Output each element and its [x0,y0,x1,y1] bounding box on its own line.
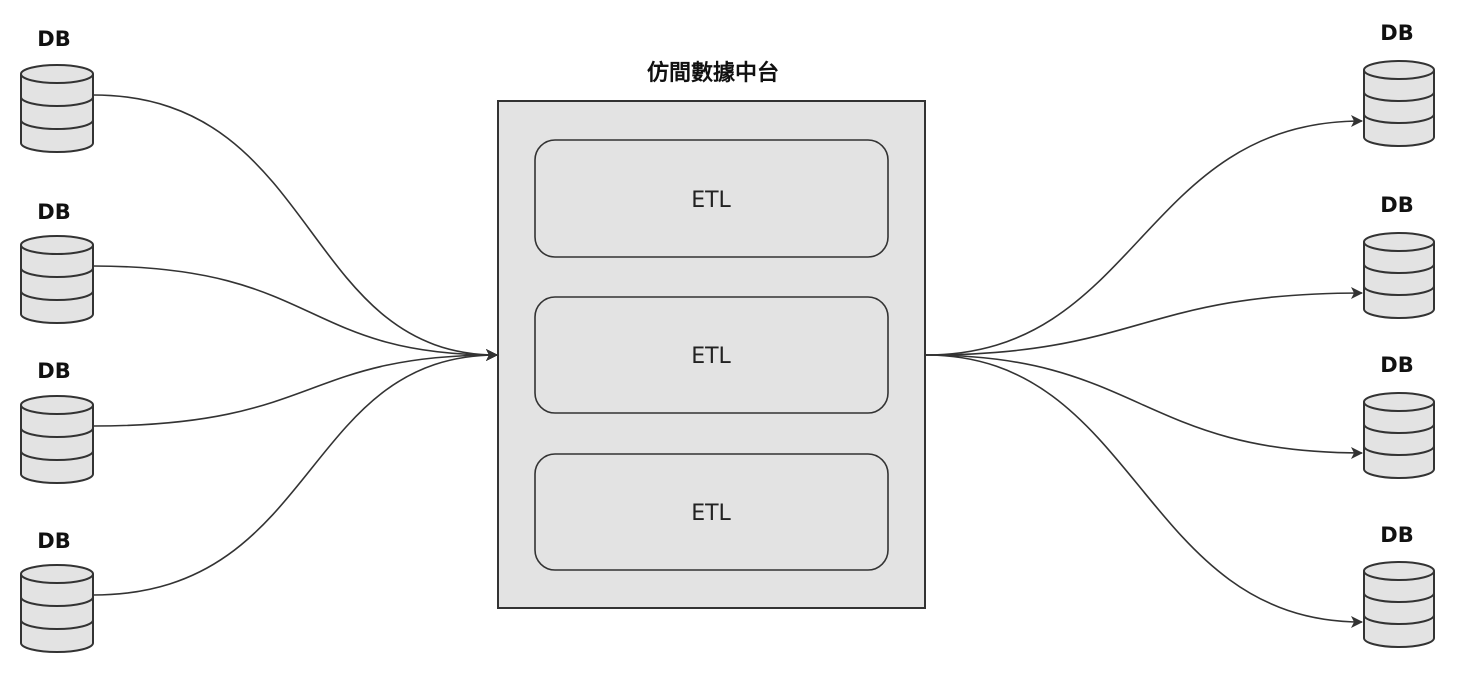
target-db-3: DB [1363,353,1435,479]
database-icon [20,235,94,324]
database-icon [1363,392,1435,479]
edge-target-4 [925,354,1363,628]
db-label: DB [37,529,70,553]
db-label: DB [37,359,70,383]
edge-source-4 [92,349,498,596]
edge-source-2 [92,265,498,361]
etl-label-3: ETL [691,501,731,526]
database-icon [1363,232,1435,319]
etl-label-1: ETL [691,188,731,213]
target-db-4: DB [1363,523,1435,648]
data-hub-diagram: 仿間數據中台 ETL ETL ETL DB DB DB DB DB DB DB … [20,21,1435,653]
database-icon [20,64,94,153]
target-db-2: DB [1363,193,1435,319]
hub-title: 仿間數據中台 [647,60,779,86]
source-db-1: DB [20,27,94,153]
db-label: DB [1380,353,1413,377]
database-icon [20,395,94,484]
db-label: DB [1380,523,1413,547]
db-label: DB [37,27,70,51]
edge-source-3 [92,349,498,427]
edge-target-1 [925,115,1363,356]
db-label: DB [1380,21,1413,45]
database-icon [20,564,94,653]
source-edges [92,94,498,596]
database-icon [1363,60,1435,147]
edge-target-3 [925,354,1363,459]
etl-block: ETL [534,296,889,414]
etl-block: ETL [534,453,889,571]
source-db-3: DB [20,359,94,484]
data-hub: 仿間數據中台 ETL ETL ETL [497,60,926,609]
etl-block: ETL [534,139,889,258]
db-label: DB [37,200,70,224]
db-label: DB [1380,193,1413,217]
target-db-1: DB [1363,21,1435,147]
edge-source-1 [92,94,498,361]
source-db-4: DB [20,529,94,653]
etl-label-2: ETL [691,344,731,369]
database-icon [1363,561,1435,648]
source-db-2: DB [20,200,94,324]
target-edges [925,115,1363,628]
